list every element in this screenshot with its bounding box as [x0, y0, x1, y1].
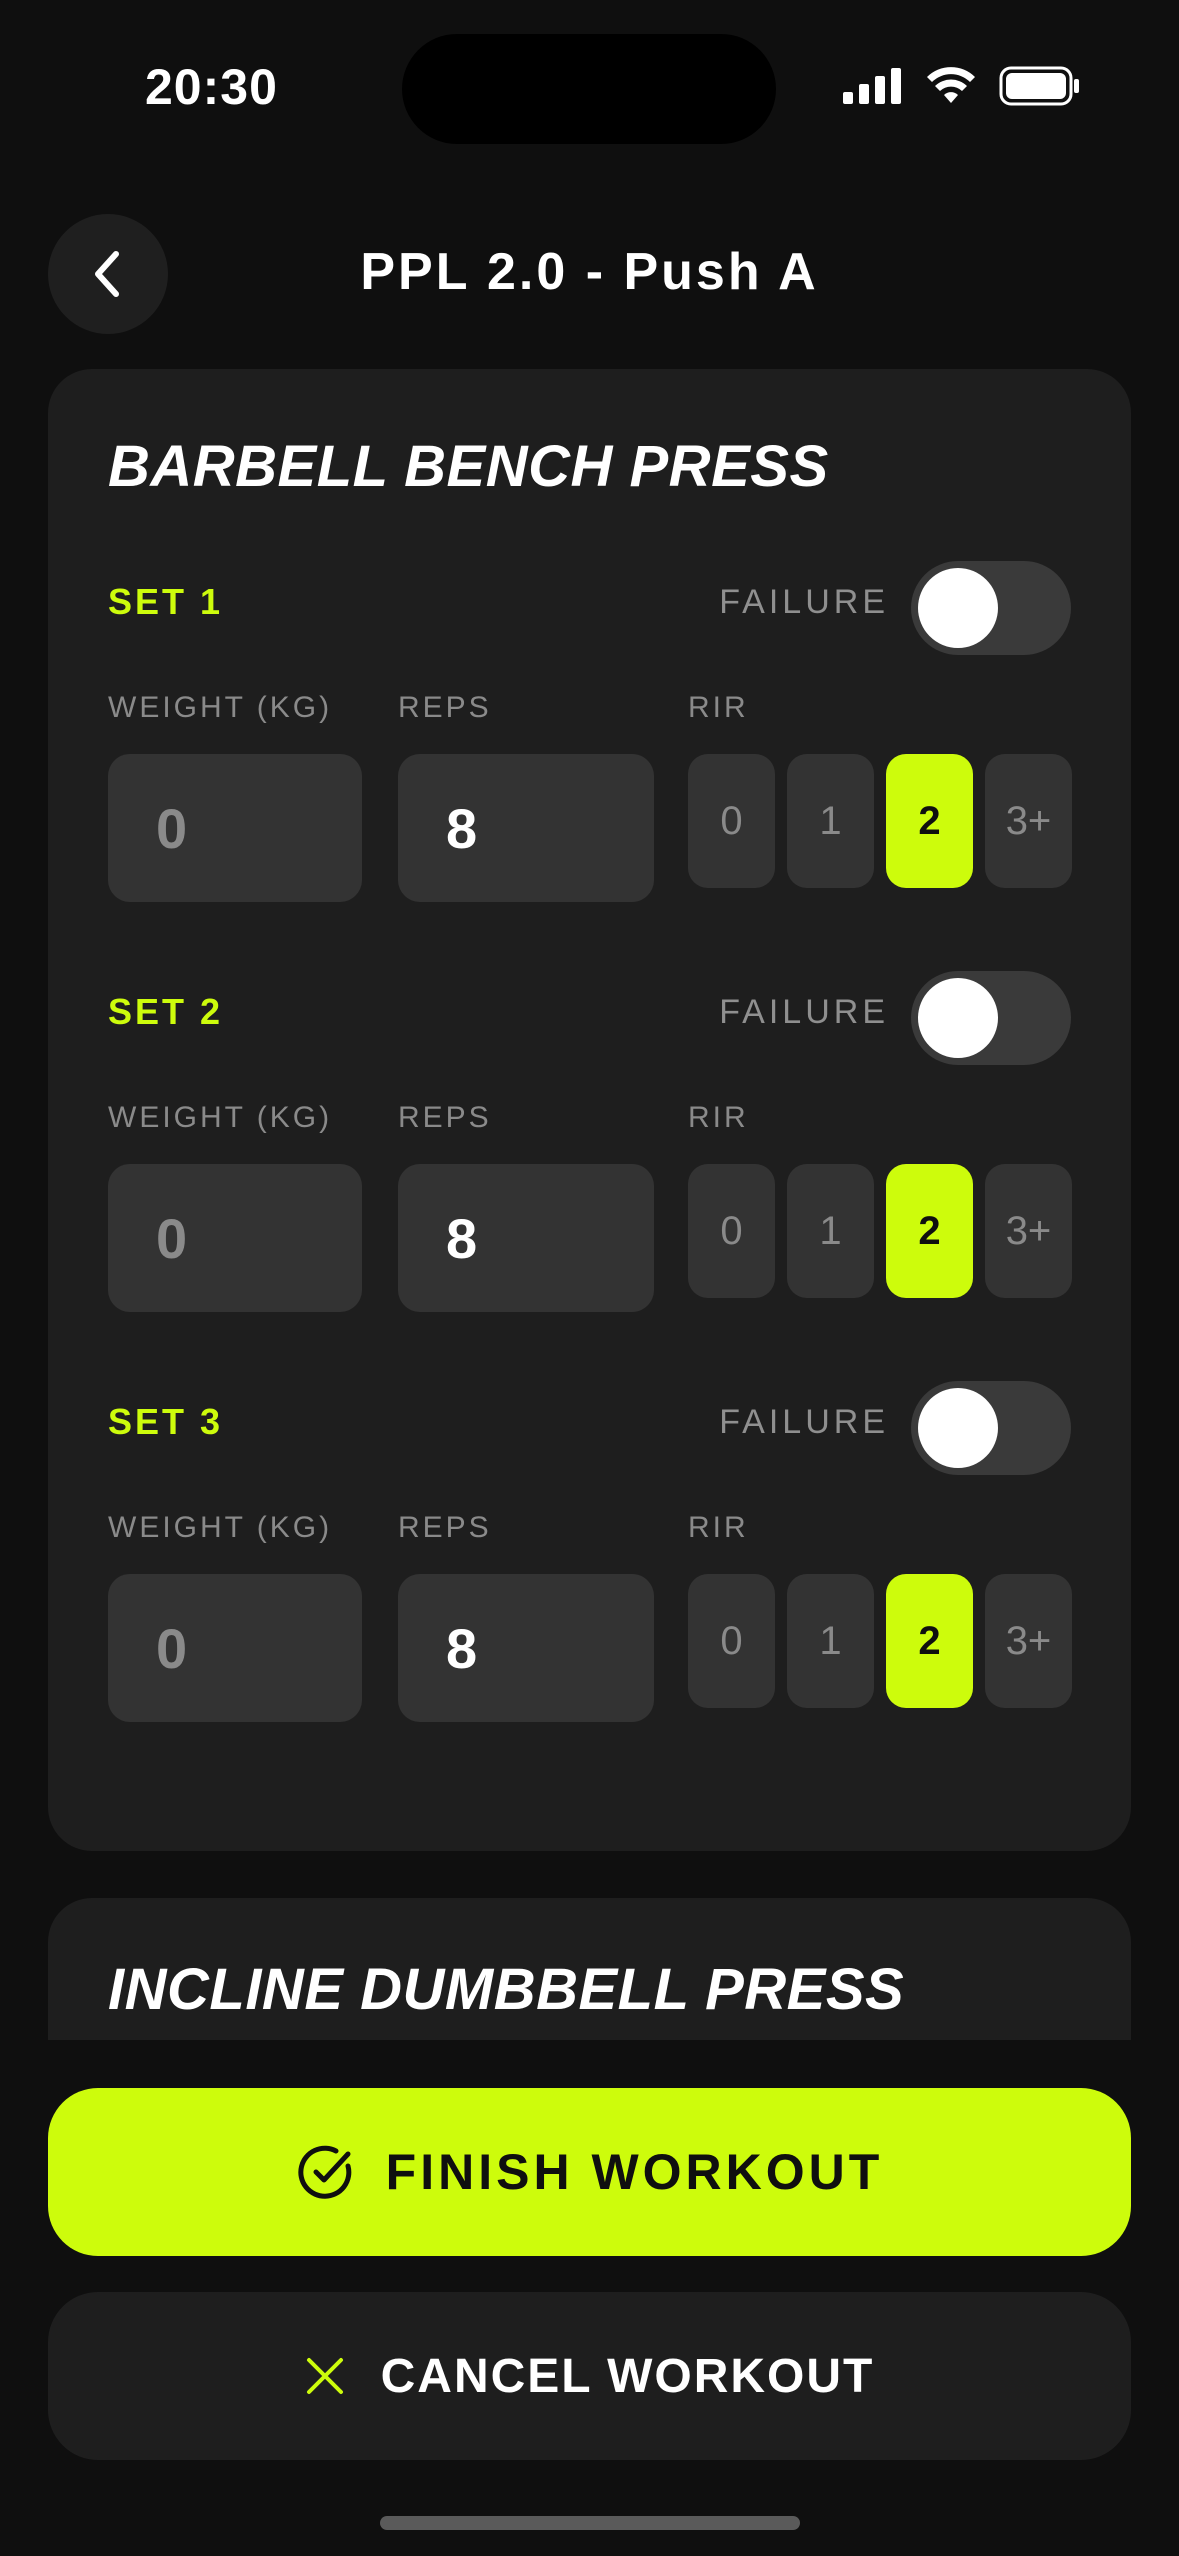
toggle-knob	[918, 568, 998, 648]
reps-label: REPS	[398, 1511, 492, 1544]
set-row: SET 2 FAILURE WEIGHT (KG) REPS RIR 0 8 0…	[108, 971, 1072, 1331]
rir-label: RIR	[688, 1101, 749, 1134]
page-title: PPL 2.0 - Push A	[360, 243, 819, 301]
status-icons	[843, 66, 1081, 106]
toggle-knob	[918, 1388, 998, 1468]
battery-icon	[999, 66, 1079, 106]
rir-option-0[interactable]: 0	[688, 1574, 775, 1708]
rir-option-0[interactable]: 0	[688, 1164, 775, 1298]
rir-selector: 0 1 2 3+	[688, 754, 1072, 888]
reps-input[interactable]: 8	[398, 1574, 654, 1722]
check-circle-icon	[298, 2145, 351, 2199]
rir-option-1[interactable]: 1	[787, 1164, 874, 1298]
toggle-knob	[918, 978, 998, 1058]
rir-option-2[interactable]: 2	[886, 1164, 973, 1298]
finish-workout-label: FINISH WORKOUT	[385, 2144, 884, 2200]
set-row: SET 3 FAILURE WEIGHT (KG) REPS RIR 0 8 0…	[108, 1381, 1072, 1741]
set-label: SET 3	[108, 1401, 224, 1442]
exercise-title: BARBELL BENCH PRESS	[108, 434, 829, 499]
status-time: 20:30	[145, 59, 278, 115]
finish-workout-button[interactable]: FINISH WORKOUT	[48, 2088, 1131, 2256]
signal-icon	[843, 68, 901, 104]
rir-option-2[interactable]: 2	[886, 754, 973, 888]
reps-input[interactable]: 8	[398, 1164, 654, 1312]
rir-label: RIR	[688, 691, 749, 724]
reps-label: REPS	[398, 691, 492, 724]
rir-selector: 0 1 2 3+	[688, 1164, 1072, 1298]
set-row: SET 1 FAILURE WEIGHT (KG) REPS RIR 0 8 0…	[108, 561, 1072, 921]
weight-label: WEIGHT (KG)	[108, 1101, 333, 1134]
weight-input[interactable]: 0	[108, 1574, 362, 1722]
cancel-workout-label: CANCEL WORKOUT	[380, 2349, 875, 2403]
set-label: SET 2	[108, 991, 224, 1032]
failure-label: FAILURE	[719, 583, 889, 621]
rir-option-0[interactable]: 0	[688, 754, 775, 888]
exercise-title: INCLINE DUMBBELL PRESS	[108, 1957, 905, 2022]
rir-option-2[interactable]: 2	[886, 1574, 973, 1708]
dynamic-island	[402, 34, 776, 144]
weight-label: WEIGHT (KG)	[108, 1511, 333, 1544]
rir-option-3plus[interactable]: 3+	[985, 1164, 1072, 1298]
home-indicator	[380, 2516, 800, 2530]
weight-label: WEIGHT (KG)	[108, 691, 333, 724]
reps-label: REPS	[398, 1101, 492, 1134]
close-icon	[306, 2358, 343, 2394]
exercise-card: BARBELL BENCH PRESS SET 1 FAILURE WEIGHT…	[48, 369, 1131, 1851]
rir-option-3plus[interactable]: 3+	[985, 1574, 1072, 1708]
rir-option-1[interactable]: 1	[787, 1574, 874, 1708]
weight-input[interactable]: 0	[108, 754, 362, 902]
failure-toggle[interactable]	[911, 971, 1071, 1065]
failure-label: FAILURE	[719, 993, 889, 1031]
failure-label: FAILURE	[719, 1403, 889, 1441]
weight-input[interactable]: 0	[108, 1164, 362, 1312]
failure-toggle[interactable]	[911, 1381, 1071, 1475]
reps-input[interactable]: 8	[398, 754, 654, 902]
rir-selector: 0 1 2 3+	[688, 1574, 1072, 1708]
rir-option-1[interactable]: 1	[787, 754, 874, 888]
rir-label: RIR	[688, 1511, 749, 1544]
rir-option-3plus[interactable]: 3+	[985, 754, 1072, 888]
set-label: SET 1	[108, 581, 224, 622]
failure-toggle[interactable]	[911, 561, 1071, 655]
wifi-icon	[927, 67, 975, 103]
cancel-workout-button[interactable]: CANCEL WORKOUT	[48, 2292, 1131, 2460]
